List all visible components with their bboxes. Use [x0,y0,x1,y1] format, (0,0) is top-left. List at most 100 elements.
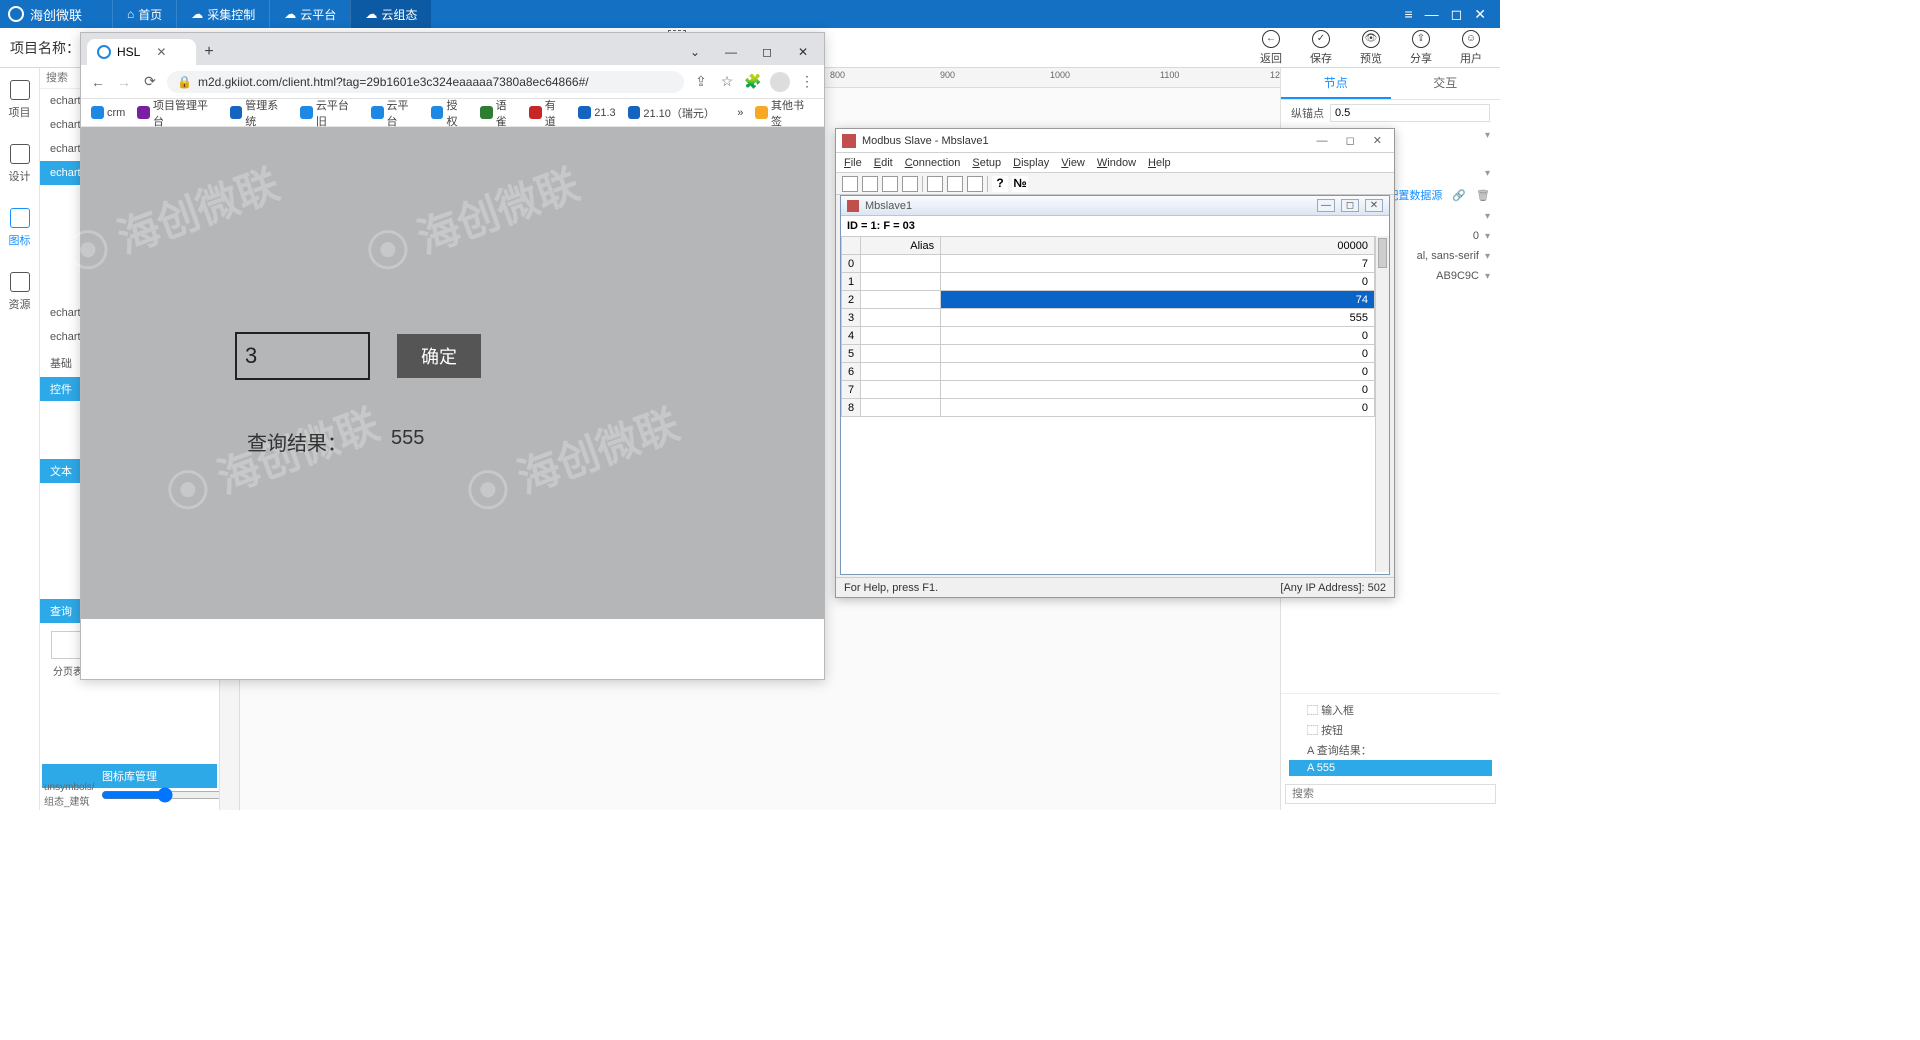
chevron-down-icon[interactable]: ▾ [1485,271,1490,282]
bookmark[interactable]: 21.3 [578,106,615,119]
config-datasource[interactable]: 配置数据源 [1387,187,1442,203]
delete-icon[interactable]: 🗑 [1476,189,1490,202]
browser-tab[interactable]: HSL ✕ [87,39,196,65]
chevron-down-icon[interactable]: ▾ [1485,251,1490,262]
doc-close-icon[interactable]: ✕ [1365,199,1383,212]
modbus-minimize-icon[interactable]: — [1311,135,1334,147]
rail-design[interactable]: 设计 [9,144,31,184]
table-row[interactable]: 50 [842,345,1375,363]
rail-icons[interactable]: 图标 [9,208,31,248]
tree-result-label[interactable]: A 查询结果： [1289,740,1492,760]
address-field[interactable]: 🔒 m2d.gkiiot.com/client.html?tag=29b1601… [167,71,684,93]
table-row[interactable]: 3555 [842,309,1375,327]
chevron-down-icon[interactable]: ▾ [1485,130,1490,141]
user-button[interactable]: ☺用户 [1460,30,1482,66]
caret-down-icon[interactable]: ⌄ [680,45,710,59]
connect-icon[interactable] [927,176,943,192]
tree-555[interactable]: A 555 [1289,760,1492,776]
modbus-titlebar[interactable]: Modbus Slave - Mbslave1 — ◻ ✕ [836,129,1394,153]
profile-icon[interactable] [770,72,790,92]
extension-icon[interactable]: 🧩 [744,73,762,90]
menu-icon[interactable]: ≡ [1404,6,1412,23]
whatsthis-icon[interactable]: № [1012,176,1028,192]
chevrons-icon[interactable]: » [737,107,743,119]
anchor-input[interactable] [1330,104,1490,122]
bookmark-other[interactable]: 其他书签 [755,97,814,129]
star-icon[interactable]: ☆ [718,73,736,90]
save-icon[interactable] [882,176,898,192]
help-icon[interactable]: ? [992,176,1008,192]
link-icon[interactable]: 🔗 [1452,189,1466,202]
menu-help[interactable]: Help [1148,157,1171,169]
tool-icon[interactable] [967,176,983,192]
bookmark[interactable]: 云平台旧 [300,97,359,129]
tree-button[interactable]: ⬚ 按钮 [1289,720,1492,740]
chevron-down-icon[interactable]: ▾ [1485,211,1490,222]
table-row[interactable]: 40 [842,327,1375,345]
tree-input[interactable]: ⬚ 输入框 [1289,700,1492,720]
save-button[interactable]: ✓保存 [1310,30,1332,66]
chevron-down-icon[interactable]: ▾ [1485,231,1490,242]
menu-display[interactable]: Display [1013,157,1049,169]
modbus-close-icon[interactable]: ✕ [1367,134,1388,147]
nav-home[interactable]: ⌂ 首页 [112,0,176,28]
table-row[interactable]: 80 [842,399,1375,417]
modbus-maximize-icon[interactable]: ◻ [1340,134,1361,147]
new-icon[interactable] [842,176,858,192]
modbus-doc-titlebar[interactable]: Mbslave1 — ◻ ✕ [841,196,1389,216]
table-row[interactable]: 274 [842,291,1375,309]
nav-cloud[interactable]: ☁ 云平台 [269,0,350,28]
query-input[interactable] [235,332,370,380]
table-row[interactable]: 70 [842,381,1375,399]
confirm-button[interactable]: 确定 [397,334,481,378]
print-icon[interactable] [902,176,918,192]
bookmark[interactable]: 云平台 [371,97,419,129]
menu-setup[interactable]: Setup [972,157,1001,169]
doc-maximize-icon[interactable]: ◻ [1341,199,1359,212]
tool-icon[interactable] [947,176,963,192]
bookmark[interactable]: 管理系统 [230,97,289,129]
menu-view[interactable]: View [1061,157,1085,169]
bookmark[interactable]: 授权 [431,97,468,129]
table-row[interactable]: 10 [842,273,1375,291]
menu-edit[interactable]: Edit [874,157,893,169]
browser-close-icon[interactable]: ✕ [788,45,818,59]
close-icon[interactable]: ✕ [1474,6,1486,23]
new-tab-button[interactable]: + [196,39,221,65]
bookmark[interactable]: 21.10（瑞元） [628,105,714,121]
minimize-icon[interactable]: — [1425,6,1439,23]
tab-interact[interactable]: 交互 [1391,68,1501,99]
doc-minimize-icon[interactable]: — [1317,199,1335,212]
modbus-scrollbar[interactable] [1375,236,1389,572]
browser-minimize-icon[interactable]: — [716,45,746,59]
menu-file[interactable]: File [844,157,862,169]
browser-maximize-icon[interactable]: ◻ [752,45,782,59]
preview-button[interactable]: 👁预览 [1360,30,1382,66]
tab-close-icon[interactable]: ✕ [156,45,166,59]
zoom-slider[interactable] [101,787,220,803]
menu-window[interactable]: Window [1097,157,1136,169]
layer-search[interactable] [1285,784,1496,804]
bookmark[interactable]: 有道 [529,97,566,129]
bookmark[interactable]: 语雀 [480,97,517,129]
table-row[interactable]: 07 [842,255,1375,273]
back-button[interactable]: ←返回 [1260,30,1282,66]
nav-fwd-icon[interactable]: → [115,74,133,90]
tab-node[interactable]: 节点 [1281,68,1391,99]
nav-back-icon[interactable]: ← [89,74,107,90]
rail-resource[interactable]: 资源 [9,272,31,312]
menu-connection[interactable]: Connection [905,157,961,169]
rail-project[interactable]: 项目 [9,80,31,120]
share-button[interactable]: ⇪分享 [1410,30,1432,66]
table-row[interactable]: 60 [842,363,1375,381]
share-icon[interactable]: ⇪ [692,73,710,90]
open-icon[interactable] [862,176,878,192]
menu-icon[interactable]: ⋮ [798,73,816,90]
chevron-down-icon[interactable]: ▾ [1485,168,1490,179]
maximize-icon[interactable]: ◻ [1451,6,1463,23]
bookmark[interactable]: crm [91,106,125,119]
nav-reload-icon[interactable]: ⟳ [141,73,159,90]
bookmark[interactable]: 项目管理平台 [137,97,217,129]
nav-scada[interactable]: ☁ 云组态 [350,0,431,28]
nav-collect[interactable]: ☁ 采集控制 [176,0,269,28]
